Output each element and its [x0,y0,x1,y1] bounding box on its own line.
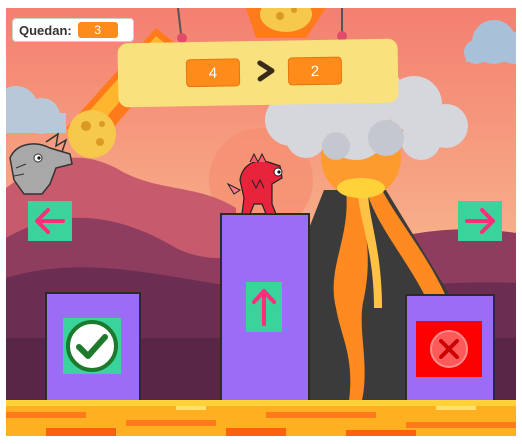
move-right-button[interactable] [458,201,502,241]
comparison-panel: 4 2 [117,38,399,108]
game-stage: Quedan: 3 4 2 [6,8,516,436]
checkmark-icon [66,320,118,372]
remaining-label: Quedan: [19,22,72,38]
remaining-value: 3 [77,22,118,38]
jump-button[interactable] [246,282,282,332]
move-left-button[interactable] [28,201,72,241]
arrow-up-icon [252,289,276,326]
left-number-box: 4 [185,58,241,88]
arrow-right-icon [465,208,495,234]
cross-icon [430,330,468,368]
lava-floor [6,400,516,436]
right-number-box: 2 [287,56,343,86]
arrow-left-icon [35,208,65,234]
greater-than-icon [257,60,275,82]
correct-answer-button[interactable] [63,318,121,374]
wrong-answer-button[interactable] [416,321,482,377]
remaining-counter: Quedan: 3 [12,18,134,42]
